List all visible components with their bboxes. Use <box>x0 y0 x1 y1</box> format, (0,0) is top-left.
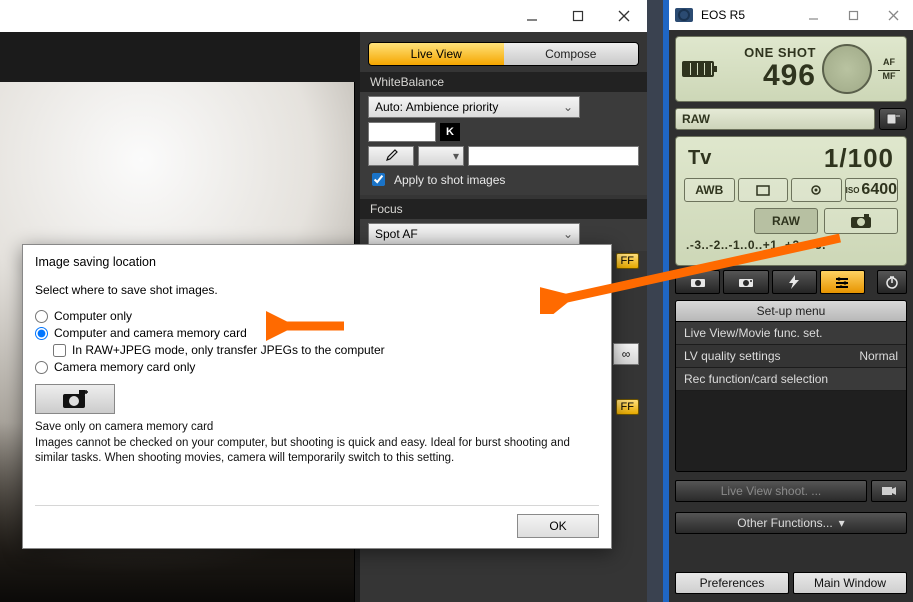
setup-row-liveview-func[interactable]: Live View/Movie func. set. <box>676 322 906 345</box>
section-focus: Focus <box>360 199 647 219</box>
setup-row-rec-function[interactable]: Rec function/card selection <box>676 368 906 391</box>
card-only-icon-button[interactable] <box>35 384 115 414</box>
lcd-main: Tv 1/100 AWB ISO6400 RAW <box>675 136 907 266</box>
iso-cell[interactable]: ISO6400 <box>845 178 898 202</box>
chevron-down-icon: ▾ <box>839 516 845 530</box>
dialog-subtitle: Select where to save shot images. <box>35 283 599 297</box>
shutter-button[interactable] <box>824 208 898 234</box>
opt-computer-and-card[interactable]: Computer and camera memory card <box>35 326 599 340</box>
chevron-down-icon: ⌄ <box>557 100 573 114</box>
image-format-field[interactable]: RAW <box>675 108 875 130</box>
tv-label: Tv <box>688 147 711 170</box>
checkbox-jpeg-only[interactable] <box>53 344 66 357</box>
wb-preset-select[interactable]: ▾ <box>418 146 464 166</box>
setup-menu: Set-up menu Live View/Movie func. set. L… <box>675 300 907 472</box>
wb-kelvin-input[interactable] <box>368 122 436 142</box>
infinity-focus-button[interactable]: ∞ <box>613 343 639 365</box>
wb-value-input[interactable] <box>468 146 639 166</box>
battery-icon <box>682 61 714 77</box>
tool-settings[interactable] <box>820 270 865 294</box>
tool-camera[interactable] <box>675 270 720 294</box>
image-saving-location-dialog: Image saving location Select where to sa… <box>22 244 612 549</box>
section-whitebalance: WhiteBalance <box>360 72 647 92</box>
camera-control-window: EOS R5 ONE SHOT 496 AF MF RAW Tv <box>663 0 913 602</box>
window-title: EOS R5 <box>697 8 793 22</box>
tool-flash[interactable] <box>772 270 817 294</box>
kelvin-icon: K <box>440 123 460 141</box>
radio-card-only[interactable] <box>35 361 48 374</box>
main-window-button[interactable]: Main Window <box>793 572 907 594</box>
chevron-down-icon: ⌄ <box>557 227 573 241</box>
maximize-button[interactable] <box>555 0 601 32</box>
tab-live-view[interactable]: Live View <box>369 43 504 65</box>
awb-cell[interactable]: AWB <box>684 178 735 202</box>
apply-checkbox-input[interactable] <box>372 173 385 186</box>
other-functions-button[interactable]: Other Functions...▾ <box>675 512 907 534</box>
maximize-button[interactable] <box>833 0 873 30</box>
wb-mode-select[interactable]: Auto: Ambience priority ⌄ <box>368 96 580 118</box>
apply-label: Apply to shot images <box>394 173 505 187</box>
titlebar <box>0 0 647 32</box>
wb-eyedropper-button[interactable] <box>368 146 414 166</box>
radio-computer-and-card[interactable] <box>35 327 48 340</box>
tool-lens[interactable] <box>723 270 768 294</box>
shutter-speed[interactable]: 1/100 <box>824 143 894 174</box>
af-mf-indicator: AF MF <box>878 57 900 82</box>
preferences-button[interactable]: Preferences <box>675 572 789 594</box>
toolbar <box>675 270 907 294</box>
tool-timer[interactable] <box>877 270 907 294</box>
opt-computer-only[interactable]: Computer only <box>35 309 599 323</box>
focus-toggle-1[interactable]: FF <box>616 253 639 269</box>
tab-compose[interactable]: Compose <box>504 43 639 65</box>
chevron-down-icon: ▾ <box>453 149 459 163</box>
raw-pill[interactable]: RAW <box>754 208 818 234</box>
apply-to-shot-checkbox[interactable]: Apply to shot images <box>368 170 639 189</box>
camera-app-icon <box>675 8 693 22</box>
liveview-shoot-button[interactable]: Live View shoot. ... <box>675 480 867 502</box>
opt-card-only[interactable]: Camera memory card only <box>35 360 599 374</box>
titlebar: EOS R5 <box>669 0 913 30</box>
note-body: Images cannot be checked on your compute… <box>35 436 595 467</box>
minimize-button[interactable] <box>509 0 555 32</box>
close-button[interactable] <box>873 0 913 30</box>
card-select-button[interactable] <box>879 108 907 130</box>
exposure-scale: .-3..-2..-1..0..+1..+2..+3. <box>682 236 900 252</box>
control-dial[interactable] <box>822 44 872 94</box>
focus-toggle-2[interactable]: FF <box>616 399 639 415</box>
radio-computer-only[interactable] <box>35 310 48 323</box>
shot-count: 496 <box>720 60 816 92</box>
minimize-button[interactable] <box>793 0 833 30</box>
meter-cell[interactable] <box>791 178 842 202</box>
setup-row-lv-quality[interactable]: LV quality settingsNormal <box>676 345 906 368</box>
close-button[interactable] <box>601 0 647 32</box>
focus-mode-select[interactable]: Spot AF ⌄ <box>368 223 580 245</box>
focus-mode-value: Spot AF <box>375 227 418 241</box>
liveview-aux-button[interactable] <box>871 480 907 502</box>
dialog-title: Image saving location <box>35 255 599 269</box>
note-title: Save only on camera memory card <box>35 420 595 436</box>
wb-mode-value: Auto: Ambience priority <box>375 100 498 114</box>
drive-mode: ONE SHOT <box>720 46 816 60</box>
lcd-status: ONE SHOT 496 AF MF <box>675 36 907 102</box>
drive-cell[interactable] <box>738 178 789 202</box>
ok-button[interactable]: OK <box>517 514 599 538</box>
setup-menu-title: Set-up menu <box>676 301 906 322</box>
opt-jpeg-only-transfer[interactable]: In RAW+JPEG mode, only transfer JPEGs to… <box>53 343 599 357</box>
